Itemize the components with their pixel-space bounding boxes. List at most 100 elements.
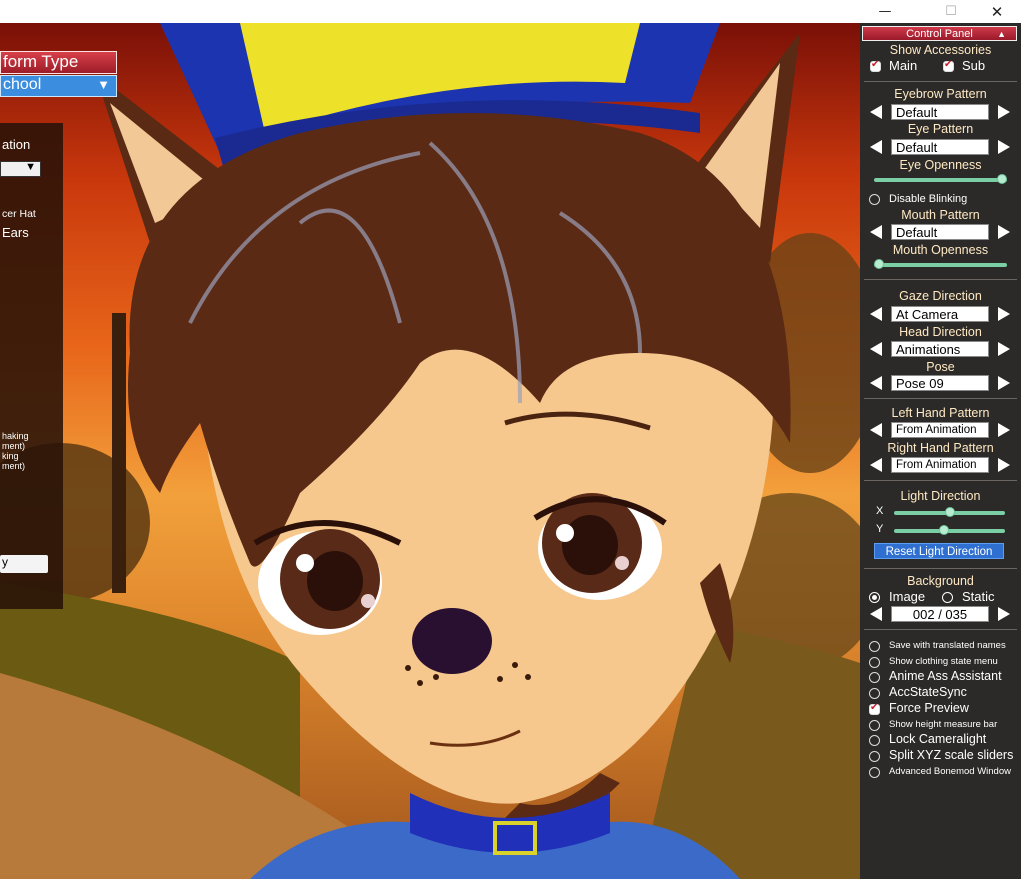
- left-dropdown[interactable]: ▼: [0, 161, 41, 177]
- option-checkbox[interactable]: [869, 672, 880, 684]
- option-checkbox[interactable]: [869, 702, 880, 715]
- background-image-radio[interactable]: [869, 592, 880, 603]
- option-label[interactable]: Show height measure bar: [889, 719, 997, 730]
- left-note-2: ment): [2, 441, 26, 451]
- light-y-slider[interactable]: [894, 525, 1005, 535]
- light-x-slider[interactable]: [894, 507, 1005, 517]
- head-prev-arrow-icon[interactable]: [870, 342, 882, 356]
- option-checkbox[interactable]: [869, 719, 880, 731]
- right-hand-pattern-label: Right Hand Pattern: [887, 441, 994, 455]
- character-viewport[interactable]: form Type chool ▼ ation ▼ cer Hat Ears h…: [0, 23, 860, 879]
- left-hand-next-arrow-icon[interactable]: [998, 423, 1010, 437]
- divider: [864, 279, 1017, 280]
- option-label[interactable]: Save with translated names: [889, 640, 1006, 651]
- right-hand-next-arrow-icon[interactable]: [998, 458, 1010, 472]
- uniform-type-value: chool: [3, 76, 42, 93]
- left-item-ears[interactable]: Ears: [2, 225, 29, 240]
- background-label: Background: [907, 574, 974, 588]
- left-item-hat[interactable]: cer Hat: [2, 209, 36, 220]
- close-button[interactable]: ✕: [974, 0, 1020, 23]
- head-direction-label: Head Direction: [899, 325, 982, 339]
- background-static-radio[interactable]: [942, 592, 953, 603]
- pose-select[interactable]: Pose 09: [891, 375, 989, 391]
- divider: [864, 480, 1017, 481]
- right-hand-pattern-select[interactable]: From Animation: [891, 457, 989, 473]
- option-label[interactable]: Split XYZ scale sliders: [889, 748, 1013, 762]
- mouth-prev-arrow-icon[interactable]: [870, 225, 882, 239]
- uniform-type-header[interactable]: form Type: [0, 51, 117, 74]
- background-prev-arrow-icon[interactable]: [870, 607, 882, 621]
- dropdown-arrow-icon: ▼: [97, 77, 110, 92]
- eye-openness-label: Eye Openness: [899, 158, 982, 172]
- left-note-4: ment): [2, 461, 26, 471]
- option-label[interactable]: Anime Ass Assistant: [889, 669, 1002, 683]
- option-checkbox[interactable]: [869, 688, 880, 700]
- mouth-openness-slider-handle[interactable]: [874, 259, 884, 269]
- control-panel: Control Panel ▲ Show Accessories Main Su…: [860, 23, 1021, 879]
- option-label[interactable]: Advanced Bonemod Window: [889, 766, 1011, 777]
- eye-prev-arrow-icon[interactable]: [870, 140, 882, 154]
- left-options-panel: ation ▼ cer Hat Ears haking ment) king m…: [0, 123, 63, 609]
- eye-pattern-select[interactable]: Default: [891, 139, 989, 155]
- eye-openness-slider[interactable]: [874, 174, 1007, 184]
- divider: [864, 568, 1017, 569]
- disable-blinking-checkbox[interactable]: [869, 194, 880, 205]
- left-section-label: ation: [2, 137, 31, 152]
- pose-next-arrow-icon[interactable]: [998, 376, 1010, 390]
- character-scene: [0, 23, 860, 879]
- option-label[interactable]: Force Preview: [889, 701, 969, 715]
- uniform-type-select[interactable]: chool ▼: [0, 75, 117, 97]
- option-checkbox[interactable]: [869, 656, 880, 668]
- light-x-slider-handle[interactable]: [945, 507, 955, 517]
- sub-accessories-checkbox[interactable]: [943, 59, 954, 72]
- mouth-pattern-label: Mouth Pattern: [901, 208, 980, 222]
- option-label[interactable]: Show clothing state menu: [889, 656, 998, 667]
- left-hand-prev-arrow-icon[interactable]: [870, 423, 882, 437]
- option-label[interactable]: AccStateSync: [889, 685, 967, 699]
- option-label[interactable]: Lock Cameralight: [889, 732, 986, 746]
- light-x-label: X: [876, 505, 884, 517]
- gaze-direction-select[interactable]: At Camera: [891, 306, 989, 322]
- gaze-direction-label: Gaze Direction: [899, 289, 982, 303]
- light-y-label: Y: [876, 523, 884, 535]
- head-next-arrow-icon[interactable]: [998, 342, 1010, 356]
- mouth-pattern-select[interactable]: Default: [891, 224, 989, 240]
- mouth-next-arrow-icon[interactable]: [998, 225, 1010, 239]
- left-panel-button[interactable]: y: [0, 555, 48, 573]
- eyebrow-next-arrow-icon[interactable]: [998, 105, 1010, 119]
- gaze-next-arrow-icon[interactable]: [998, 307, 1010, 321]
- left-hand-pattern-label: Left Hand Pattern: [891, 406, 990, 420]
- option-checkbox[interactable]: [869, 750, 880, 762]
- reset-light-direction-button[interactable]: Reset Light Direction: [874, 543, 1004, 559]
- option-checkbox[interactable]: [869, 641, 880, 652]
- collapse-arrow-icon[interactable]: ▲: [997, 27, 1006, 42]
- left-hand-pattern-select[interactable]: From Animation: [891, 422, 989, 438]
- eyebrow-pattern-select[interactable]: Default: [891, 104, 989, 120]
- disable-blinking-label: Disable Blinking: [889, 193, 968, 205]
- eyebrow-pattern-label: Eyebrow Pattern: [894, 87, 987, 101]
- eye-next-arrow-icon[interactable]: [998, 140, 1010, 154]
- pose-label: Pose: [926, 360, 955, 374]
- maximize-button[interactable]: ☐: [928, 0, 974, 23]
- eye-openness-slider-handle[interactable]: [997, 174, 1007, 184]
- eyebrow-prev-arrow-icon[interactable]: [870, 105, 882, 119]
- option-checkbox[interactable]: [869, 735, 880, 747]
- show-accessories-label: Show Accessories: [889, 43, 992, 57]
- main-accessories-checkbox[interactable]: [870, 59, 881, 72]
- minimize-button[interactable]: —: [862, 0, 908, 23]
- option-checkbox[interactable]: [869, 766, 880, 778]
- divider: [864, 398, 1017, 399]
- mouth-openness-slider[interactable]: [874, 259, 1007, 269]
- gaze-prev-arrow-icon[interactable]: [870, 307, 882, 321]
- sub-accessories-label: Sub: [962, 58, 986, 73]
- background-next-arrow-icon[interactable]: [998, 607, 1010, 621]
- control-panel-title[interactable]: Control Panel ▲: [862, 26, 1017, 41]
- head-direction-select[interactable]: Animations: [891, 341, 989, 357]
- background-static-label: Static: [962, 589, 995, 604]
- background-image-label: Image: [889, 589, 926, 604]
- right-hand-prev-arrow-icon[interactable]: [870, 458, 882, 472]
- dropdown-arrow-icon: ▼: [25, 161, 36, 173]
- light-y-slider-handle[interactable]: [939, 525, 949, 535]
- divider: [864, 629, 1017, 630]
- pose-prev-arrow-icon[interactable]: [870, 376, 882, 390]
